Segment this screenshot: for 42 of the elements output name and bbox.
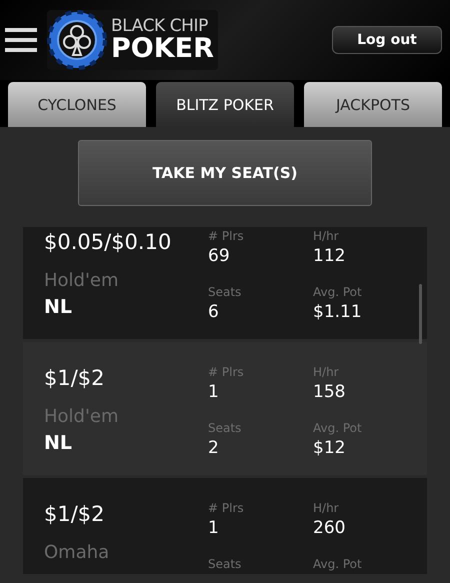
stat-label: # Plrs <box>208 228 245 244</box>
stakes: $1/$2 <box>44 365 106 392</box>
menu-icon[interactable] <box>5 27 37 53</box>
stat-value: 6 <box>208 300 220 324</box>
stat-label: Avg. Pot <box>313 284 363 300</box>
stat-value: 260 <box>313 517 346 540</box>
take-seat-button[interactable]: TAKE MY SEAT(S) <box>78 140 372 206</box>
stat-value: 158 <box>313 381 346 404</box>
tab[interactable]: JACKPOTS <box>304 82 442 127</box>
stat-label: Seats <box>208 556 242 572</box>
stakes: $1/$2 <box>44 501 106 528</box>
logo-text: BLACK CHIP <box>111 18 209 35</box>
tab[interactable]: BLITZ POKER <box>156 82 294 127</box>
stat-value: 112 <box>313 245 346 268</box>
tab[interactable]: CYCLONES <box>8 82 146 127</box>
stat-value: $12 <box>313 436 346 460</box>
stat-label: Seats <box>208 284 242 300</box>
limit-type: NL <box>44 431 74 456</box>
stat-label: H/hr <box>313 500 340 516</box>
game-type: Hold'em <box>44 270 120 292</box>
logout-button[interactable]: Log out <box>332 26 442 54</box>
table-row[interactable]: $1/$2 Omaha # Plrs 1 H/hr 260 Seats Avg. Pot <box>23 478 427 574</box>
limit-type: NL <box>44 295 74 320</box>
stat-value: 1 <box>208 381 220 404</box>
table-row[interactable]: $0.05/$0.10 Hold'em NL # Plrs 69 H/hr 112 Seats 6 Avg. Pot $1.11 <box>23 227 427 339</box>
logo-text: POKER <box>111 35 214 62</box>
scrollbar <box>419 284 422 344</box>
stat-value: 2 <box>208 436 220 460</box>
stat-label: Avg. Pot <box>313 556 363 572</box>
stat-label: Seats <box>208 420 242 436</box>
stat-label: H/hr <box>313 228 340 244</box>
game-type: Omaha <box>44 542 110 564</box>
game-type: Hold'em <box>44 406 120 428</box>
stat-value: $1.11 <box>313 300 363 324</box>
table-row[interactable]: $1/$2 Hold'em NL # Plrs 1 H/hr 158 Seats 2 Avg. Pot $12 <box>23 342 427 475</box>
stat-label: H/hr <box>313 364 340 380</box>
stat-label: Avg. Pot <box>313 420 363 436</box>
stat-label: # Plrs <box>208 364 245 380</box>
stakes: $0.05/$0.10 <box>44 229 172 256</box>
stat-value: 69 <box>208 245 231 268</box>
stat-value: 1 <box>208 517 220 540</box>
stat-label: # Plrs <box>208 500 245 516</box>
